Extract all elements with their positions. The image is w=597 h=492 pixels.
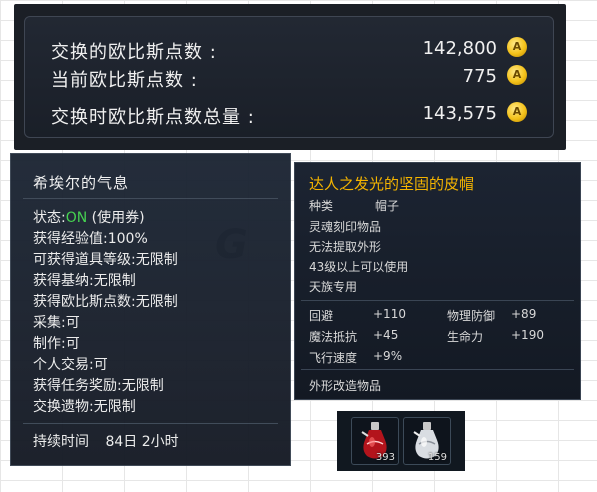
status-suffix: (使用券) [87, 210, 145, 226]
item-type: 种类 帽子 [309, 197, 399, 214]
divider [301, 300, 574, 301]
divider [301, 369, 574, 370]
current-points-value: 775 [462, 66, 497, 87]
current-points-label: 当前欧比斯点数 : [51, 70, 198, 91]
buff-line: 可获得道具等级:无限制 [33, 252, 178, 268]
stat-name: 物理防御 [447, 309, 496, 323]
item-slot[interactable]: 393 [351, 417, 399, 465]
points-inner-frame: 交换的欧比斯点数 : 142,800 A 当前欧比斯点数 : 775 A 交换时… [24, 16, 554, 138]
total-points-row: 交换时欧比斯点数总量 : 143,575 A [51, 99, 527, 129]
gold-coin-icon: A [507, 102, 527, 122]
buff-title: 希埃尔的气息 [33, 174, 130, 192]
buff-line: 获得基纳:无限制 [33, 273, 136, 289]
item-footer: 外形改造物品 [309, 379, 382, 393]
gold-coin-icon: A [507, 65, 527, 85]
stat-value: +110 [373, 307, 406, 321]
total-points-label: 交换时欧比斯点数总量 : [51, 107, 255, 128]
item-count: 393 [375, 452, 395, 463]
buff-status-line: 状态:ON (使用券) [33, 207, 145, 227]
current-points-row: 当前欧比斯点数 : 775 A [51, 62, 527, 92]
stat-name: 魔法抵抗 [309, 330, 358, 344]
buff-line: 获得经验值:100% [33, 231, 148, 247]
item-info-line: 43级以上可以使用 [309, 260, 409, 274]
exchanged-points-value: 142,800 [422, 38, 497, 59]
item-count: 159 [427, 452, 447, 463]
buff-duration: 持续时间 84日 2小时 [33, 431, 179, 451]
stat-name: 回避 [309, 309, 334, 323]
buff-line: 获得任务奖励:无限制 [33, 378, 164, 394]
buff-line: 交换遗物:无限制 [33, 399, 136, 415]
buff-line: 制作:可 [33, 336, 80, 352]
status-prefix: 状态: [33, 210, 66, 226]
total-points-value: 143,575 [422, 103, 497, 124]
divider [23, 423, 278, 424]
item-info-line: 天族专用 [309, 280, 358, 294]
item-info-line: 无法提取外形 [309, 240, 382, 254]
item-info-line: 灵魂刻印物品 [309, 220, 382, 234]
exchanged-points-row: 交换的欧比斯点数 : 142,800 A [51, 34, 527, 64]
item-tooltip: 达人之发光的坚固的皮帽 种类 帽子 灵魂刻印物品 无法提取外形 43级以上可以使… [294, 162, 581, 400]
stat-value: +45 [373, 328, 399, 342]
exchanged-points-label: 交换的欧比斯点数 : [51, 42, 217, 63]
duration-value: 84日 2小时 [105, 434, 179, 450]
buff-tooltip: 希埃尔的气息 状态:ON (使用券) 获得经验值:100% 可获得道具等级:无限… [10, 153, 291, 466]
stat-value: +190 [511, 328, 544, 342]
buff-line: 获得欧比斯点数:无限制 [33, 294, 178, 310]
stat-name: 生命力 [447, 330, 484, 344]
item-slot[interactable]: 159 [403, 417, 451, 465]
duration-label: 持续时间 [33, 434, 89, 450]
item-type-label: 种类 [309, 199, 334, 213]
buff-line: 采集:可 [33, 315, 80, 331]
stat-value: +9% [373, 349, 403, 363]
divider [23, 198, 278, 199]
points-panel: 交换的欧比斯点数 : 142,800 A 当前欧比斯点数 : 775 A 交换时… [14, 4, 566, 150]
item-slots-bar: 393 159 [337, 411, 465, 471]
item-title: 达人之发光的坚固的皮帽 [309, 175, 475, 193]
gold-coin-icon: A [507, 37, 527, 57]
stat-name: 飞行速度 [309, 351, 358, 365]
status-on-badge: ON [65, 210, 88, 226]
item-type-value: 帽子 [375, 199, 400, 213]
buff-line: 个人交易:可 [33, 357, 108, 373]
stat-value: +89 [511, 307, 537, 321]
